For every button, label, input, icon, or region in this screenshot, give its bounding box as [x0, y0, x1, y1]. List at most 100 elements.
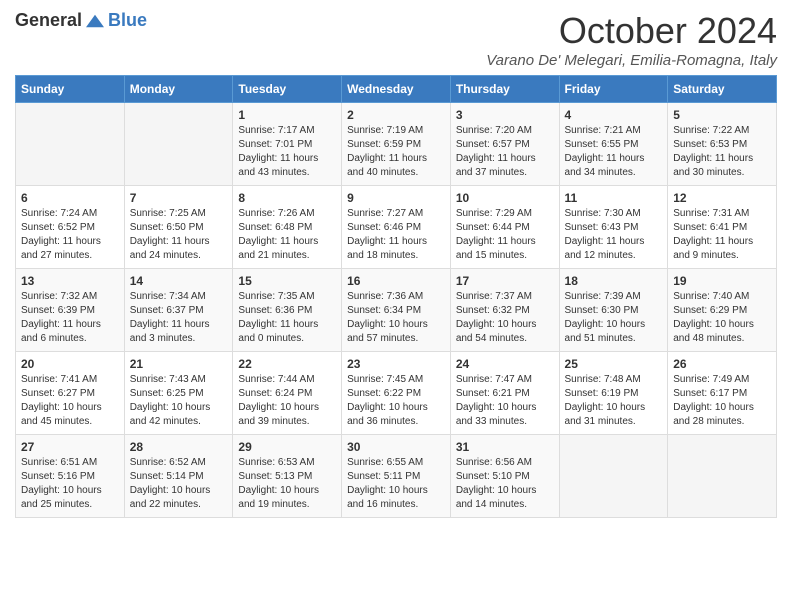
day-number: 5	[673, 108, 771, 122]
day-cell: 6 Sunrise: 7:24 AMSunset: 6:52 PMDaylight…	[16, 186, 125, 269]
logo-blue-text: Blue	[108, 10, 147, 31]
week-row-4: 20 Sunrise: 7:41 AMSunset: 6:27 PMDayligh…	[16, 352, 777, 435]
day-info: Sunrise: 7:22 AMSunset: 6:53 PMDaylight:…	[673, 124, 771, 180]
day-number: 16	[347, 274, 445, 288]
header-cell-saturday: Saturday	[668, 76, 777, 103]
day-number: 14	[130, 274, 228, 288]
day-number: 31	[456, 440, 554, 454]
day-number: 19	[673, 274, 771, 288]
day-cell	[668, 435, 777, 518]
day-cell: 16 Sunrise: 7:36 AMSunset: 6:34 PMDayligh…	[342, 269, 451, 352]
day-info: Sunrise: 7:24 AMSunset: 6:52 PMDaylight:…	[21, 207, 119, 263]
day-info: Sunrise: 7:45 AMSunset: 6:22 PMDaylight:…	[347, 373, 445, 429]
day-number: 15	[238, 274, 336, 288]
day-cell: 24Sunrise: 7:47 AMSunset: 6:21 PMDayligh…	[450, 352, 559, 435]
day-number: 25	[565, 357, 663, 371]
day-info: Sunrise: 7:29 AMSunset: 6:44 PMDaylight:…	[456, 207, 554, 263]
day-info: Sunrise: 7:30 AMSunset: 6:43 PMDaylight:…	[565, 207, 663, 263]
day-number: 29	[238, 440, 336, 454]
day-number: 12	[673, 191, 771, 205]
logo: General Blue	[15, 10, 147, 31]
day-cell: 3Sunrise: 7:20 AMSunset: 6:57 PMDaylight…	[450, 103, 559, 186]
day-number: 22	[238, 357, 336, 371]
day-info: Sunrise: 6:52 AMSunset: 5:14 PMDaylight:…	[130, 456, 228, 512]
day-info: Sunrise: 7:25 AMSunset: 6:50 PMDaylight:…	[130, 207, 228, 263]
day-cell: 4 Sunrise: 7:21 AMSunset: 6:55 PMDaylight…	[559, 103, 668, 186]
day-cell: 27Sunrise: 6:51 AMSunset: 5:16 PMDayligh…	[16, 435, 125, 518]
header: General Blue October 2024 Varano De' Mel…	[15, 10, 777, 69]
header-cell-wednesday: Wednesday	[342, 76, 451, 103]
day-info: Sunrise: 6:53 AMSunset: 5:13 PMDaylight:…	[238, 456, 336, 512]
day-number: 1	[238, 108, 336, 122]
header-cell-friday: Friday	[559, 76, 668, 103]
day-cell: 2 Sunrise: 7:19 AMSunset: 6:59 PMDaylight…	[342, 103, 451, 186]
day-info: Sunrise: 7:49 AMSunset: 6:17 PMDaylight:…	[673, 373, 771, 429]
month-title: October 2024	[486, 10, 777, 52]
day-number: 7	[130, 191, 228, 205]
day-number: 6	[21, 191, 119, 205]
day-number: 4	[565, 108, 663, 122]
day-number: 3	[456, 108, 554, 122]
day-number: 26	[673, 357, 771, 371]
day-cell: 9Sunrise: 7:27 AMSunset: 6:46 PMDaylight…	[342, 186, 451, 269]
week-row-1: 1Sunrise: 7:17 AMSunset: 7:01 PMDaylight…	[16, 103, 777, 186]
day-cell: 14 Sunrise: 7:34 AMSunset: 6:37 PMDayligh…	[124, 269, 233, 352]
day-cell: 7 Sunrise: 7:25 AMSunset: 6:50 PMDaylight…	[124, 186, 233, 269]
day-cell: 12 Sunrise: 7:31 AMSunset: 6:41 PMDayligh…	[668, 186, 777, 269]
calendar-table: SundayMondayTuesdayWednesdayThursdayFrid…	[15, 75, 777, 518]
day-cell	[559, 435, 668, 518]
day-info: Sunrise: 7:26 AMSunset: 6:48 PMDaylight:…	[238, 207, 336, 263]
day-info: Sunrise: 7:19 AMSunset: 6:59 PMDaylight:…	[347, 124, 445, 180]
day-info: Sunrise: 7:48 AMSunset: 6:19 PMDaylight:…	[565, 373, 663, 429]
day-info: Sunrise: 7:44 AMSunset: 6:24 PMDaylight:…	[238, 373, 336, 429]
day-number: 23	[347, 357, 445, 371]
day-cell	[124, 103, 233, 186]
week-row-2: 6 Sunrise: 7:24 AMSunset: 6:52 PMDaylight…	[16, 186, 777, 269]
day-cell: 1Sunrise: 7:17 AMSunset: 7:01 PMDaylight…	[233, 103, 342, 186]
logo-icon	[86, 12, 104, 30]
header-cell-tuesday: Tuesday	[233, 76, 342, 103]
day-number: 21	[130, 357, 228, 371]
day-info: Sunrise: 7:31 AMSunset: 6:41 PMDaylight:…	[673, 207, 771, 263]
day-info: Sunrise: 7:21 AMSunset: 6:55 PMDaylight:…	[565, 124, 663, 180]
day-info: Sunrise: 6:56 AMSunset: 5:10 PMDaylight:…	[456, 456, 554, 512]
day-number: 20	[21, 357, 119, 371]
day-cell: 11 Sunrise: 7:30 AMSunset: 6:43 PMDayligh…	[559, 186, 668, 269]
day-number: 27	[21, 440, 119, 454]
day-info: Sunrise: 7:37 AMSunset: 6:32 PMDaylight:…	[456, 290, 554, 346]
day-number: 10	[456, 191, 554, 205]
day-cell: 8 Sunrise: 7:26 AMSunset: 6:48 PMDaylight…	[233, 186, 342, 269]
day-number: 2	[347, 108, 445, 122]
day-number: 28	[130, 440, 228, 454]
day-cell: 10 Sunrise: 7:29 AMSunset: 6:44 PMDayligh…	[450, 186, 559, 269]
day-number: 17	[456, 274, 554, 288]
day-info: Sunrise: 7:34 AMSunset: 6:37 PMDaylight:…	[130, 290, 228, 346]
day-cell: 29 Sunrise: 6:53 AMSunset: 5:13 PMDayligh…	[233, 435, 342, 518]
day-cell: 28 Sunrise: 6:52 AMSunset: 5:14 PMDayligh…	[124, 435, 233, 518]
day-cell: 15 Sunrise: 7:35 AMSunset: 6:36 PMDayligh…	[233, 269, 342, 352]
day-info: Sunrise: 7:35 AMSunset: 6:36 PMDaylight:…	[238, 290, 336, 346]
day-cell: 30Sunrise: 6:55 AMSunset: 5:11 PMDayligh…	[342, 435, 451, 518]
day-number: 11	[565, 191, 663, 205]
day-number: 8	[238, 191, 336, 205]
day-info: Sunrise: 7:41 AMSunset: 6:27 PMDaylight:…	[21, 373, 119, 429]
logo-general-text: General	[15, 10, 82, 31]
day-cell: 23 Sunrise: 7:45 AMSunset: 6:22 PMDayligh…	[342, 352, 451, 435]
header-row: SundayMondayTuesdayWednesdayThursdayFrid…	[16, 76, 777, 103]
day-cell: 17 Sunrise: 7:37 AMSunset: 6:32 PMDayligh…	[450, 269, 559, 352]
location-subtitle: Varano De' Melegari, Emilia-Romagna, Ita…	[486, 52, 777, 69]
day-info: Sunrise: 7:47 AMSunset: 6:21 PMDaylight:…	[456, 373, 554, 429]
day-info: Sunrise: 7:43 AMSunset: 6:25 PMDaylight:…	[130, 373, 228, 429]
header-cell-sunday: Sunday	[16, 76, 125, 103]
day-info: Sunrise: 7:36 AMSunset: 6:34 PMDaylight:…	[347, 290, 445, 346]
day-number: 18	[565, 274, 663, 288]
day-cell: 13 Sunrise: 7:32 AMSunset: 6:39 PMDayligh…	[16, 269, 125, 352]
day-cell: 20 Sunrise: 7:41 AMSunset: 6:27 PMDayligh…	[16, 352, 125, 435]
day-cell: 26 Sunrise: 7:49 AMSunset: 6:17 PMDayligh…	[668, 352, 777, 435]
day-info: Sunrise: 7:32 AMSunset: 6:39 PMDaylight:…	[21, 290, 119, 346]
day-info: Sunrise: 7:39 AMSunset: 6:30 PMDaylight:…	[565, 290, 663, 346]
day-cell: 22 Sunrise: 7:44 AMSunset: 6:24 PMDayligh…	[233, 352, 342, 435]
day-number: 13	[21, 274, 119, 288]
day-info: Sunrise: 7:27 AMSunset: 6:46 PMDaylight:…	[347, 207, 445, 263]
week-row-5: 27Sunrise: 6:51 AMSunset: 5:16 PMDayligh…	[16, 435, 777, 518]
